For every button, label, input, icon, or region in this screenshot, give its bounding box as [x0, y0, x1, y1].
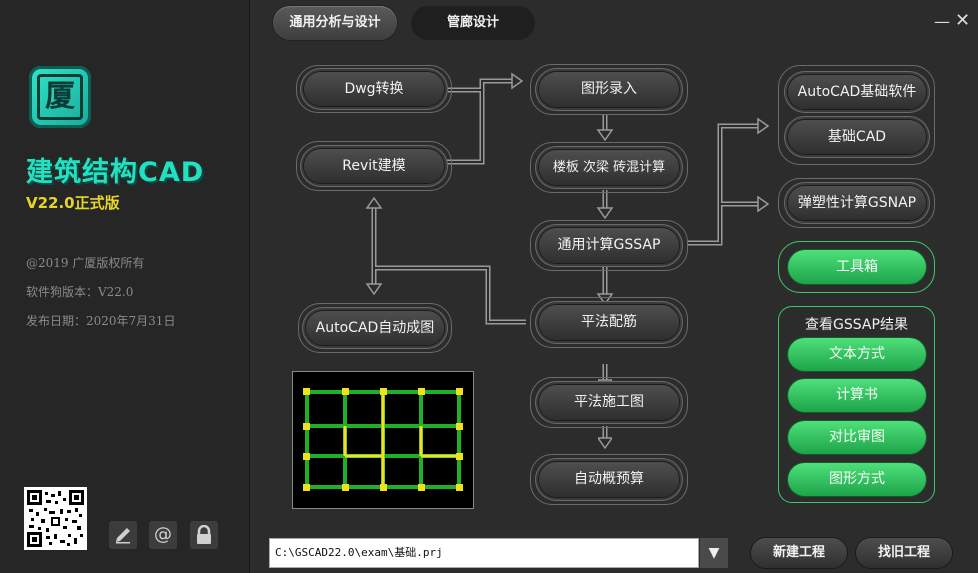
- logo-glyph: 厦: [37, 74, 83, 120]
- lock-icon[interactable]: [190, 521, 218, 549]
- foundation-cad-button[interactable]: 基础CAD: [788, 120, 926, 154]
- graphic-input-button[interactable]: 图形录入: [539, 72, 679, 107]
- rebar-design-button[interactable]: 平法配筋: [539, 305, 679, 340]
- text-mode-button[interactable]: 文本方式: [788, 338, 926, 371]
- product-name: 建筑结构CAD: [26, 157, 205, 188]
- gssap-calc-button[interactable]: 通用计算GSSAP: [539, 228, 679, 263]
- autocad-auto-drawing-button[interactable]: AutoCAD自动成图: [306, 311, 444, 345]
- sidebar: 厦 建筑结构CAD V22.0正式版 @2019 广厦版权所有 软件狗版本：V2…: [0, 0, 250, 573]
- release-date-text: 发布日期：2020年7月31日: [26, 314, 176, 328]
- project-path-input[interactable]: C:\GSCAD22.0\exam\基础.prj: [269, 538, 699, 568]
- dwg-convert-button[interactable]: Dwg转换: [304, 72, 444, 106]
- toolbox-button[interactable]: 工具箱: [788, 250, 926, 284]
- close-button[interactable]: ✕: [955, 10, 970, 31]
- at-icon[interactable]: @: [149, 521, 177, 549]
- autocad-foundation-button[interactable]: AutoCAD基础软件: [788, 75, 926, 109]
- new-project-button[interactable]: 新建工程: [751, 538, 847, 568]
- graphic-mode-button[interactable]: 图形方式: [788, 463, 926, 496]
- product-version: V22.0正式版: [26, 194, 120, 212]
- tab-corridor-design[interactable]: 管廊设计: [411, 6, 535, 40]
- pen-icon[interactable]: [109, 521, 137, 549]
- auto-estimate-button[interactable]: 自动概预算: [539, 462, 679, 497]
- slab-beam-calc-button[interactable]: 楼板 次梁 砖混计算: [539, 150, 679, 185]
- tab-general-analysis[interactable]: 通用分析与设计: [273, 6, 397, 40]
- structure-plan-thumbnail: [292, 371, 474, 509]
- qr-code-image: [27, 490, 84, 547]
- revit-model-button[interactable]: Revit建模: [304, 149, 444, 183]
- qr-code: [24, 487, 87, 550]
- dongle-version-text: 软件狗版本：V22.0: [26, 285, 134, 299]
- gssap-results-title: 查看GSSAP结果: [805, 317, 908, 333]
- chevron-down-icon[interactable]: ▼: [700, 538, 728, 568]
- compare-review-button[interactable]: 对比审图: [788, 421, 926, 454]
- minimize-button[interactable]: —: [934, 12, 950, 31]
- copyright-text: @2019 广厦版权所有: [26, 256, 145, 270]
- app-logo: 厦: [29, 66, 91, 128]
- construction-drawing-button[interactable]: 平法施工图: [539, 385, 679, 420]
- open-project-button[interactable]: 找旧工程: [856, 538, 952, 568]
- gsnap-calc-button[interactable]: 弹塑性计算GSNAP: [788, 186, 926, 220]
- calc-book-button[interactable]: 计算书: [788, 379, 926, 412]
